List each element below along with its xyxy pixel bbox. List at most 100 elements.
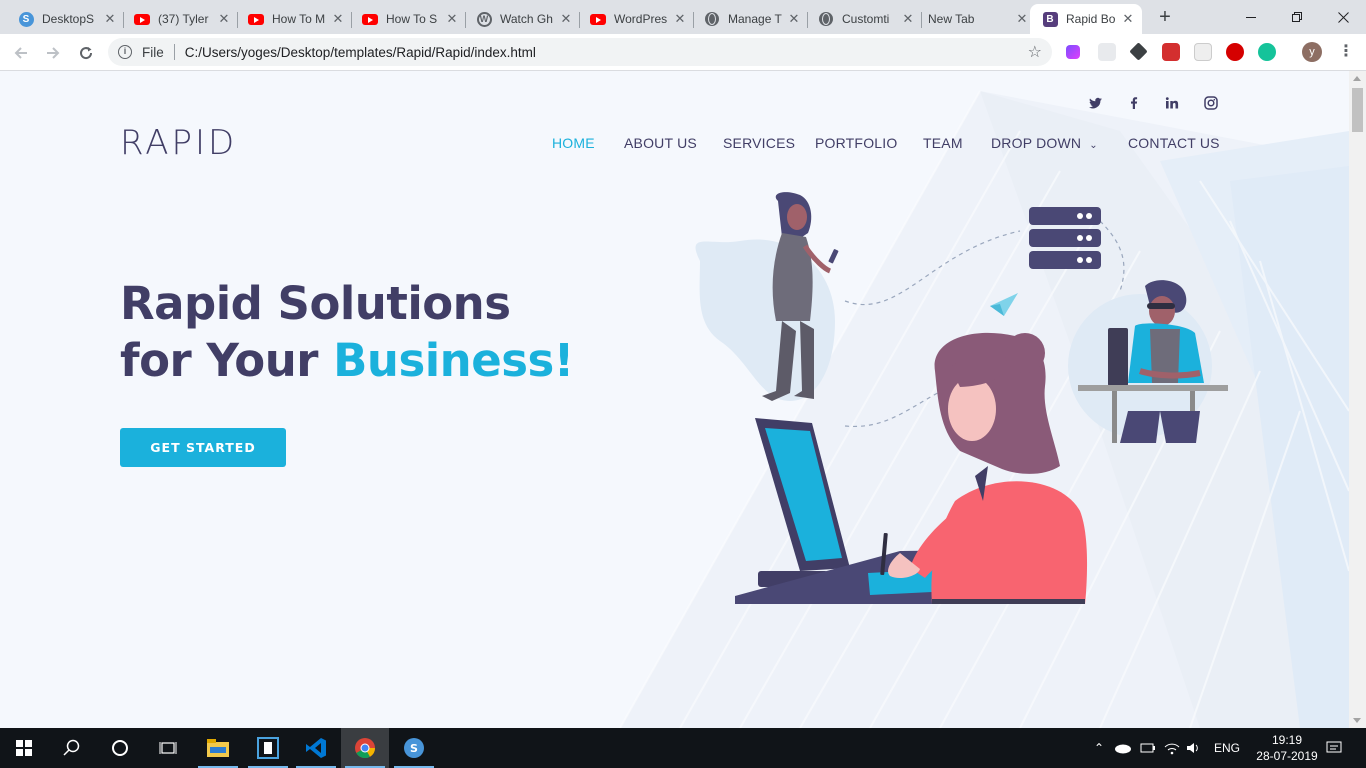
browser-tab[interactable]: S DesktopS ✕ <box>0 4 124 34</box>
nav-portfolio[interactable]: PORTFOLIO <box>815 135 897 151</box>
nav-label: CONTACT US <box>1128 135 1220 151</box>
extension-icon[interactable] <box>1226 43 1244 61</box>
browser-tab[interactable]: (37) Tyler ✕ <box>116 4 238 34</box>
chevron-up-icon[interactable]: ⌃ <box>1092 741 1106 755</box>
nav-drop-down[interactable]: DROP DOWN ⌄ <box>991 135 1098 151</box>
tab-title: Watch Gh <box>500 12 553 26</box>
close-window-button[interactable] <box>1320 0 1366 34</box>
browser-toolbar: i File C:/Users/yoges/Desktop/templates/… <box>0 34 1366 71</box>
clock-time: 19:19 <box>1271 733 1303 747</box>
address-bar[interactable]: i File C:/Users/yoges/Desktop/templates/… <box>108 38 1052 66</box>
nav-label: ABOUT US <box>624 135 697 151</box>
svg-text:S: S <box>410 742 418 755</box>
bookmark-star-icon[interactable]: ☆ <box>1028 42 1042 62</box>
nav-contact-us[interactable]: CONTACT US <box>1128 135 1220 151</box>
back-button[interactable] <box>8 40 34 66</box>
arrow-left-icon <box>14 47 27 59</box>
clock-date: 28-07-2019 <box>1256 749 1318 763</box>
nav-label: DROP DOWN <box>991 135 1082 151</box>
tab-title: (37) Tyler <box>158 12 209 26</box>
hero-title: Rapid Solutions for Your Business! <box>120 275 574 389</box>
twitter-icon[interactable] <box>1088 95 1104 111</box>
nav-team[interactable]: TEAM <box>923 135 963 151</box>
browser-tab[interactable]: WordPres ✕ <box>572 4 694 34</box>
close-icon[interactable]: ✕ <box>1014 11 1030 27</box>
close-icon <box>1337 11 1349 23</box>
vscode-icon[interactable] <box>292 728 340 768</box>
new-tab-button[interactable]: + <box>1154 6 1176 28</box>
info-icon[interactable]: i <box>118 45 132 59</box>
language-indicator[interactable]: ENG <box>1214 741 1240 755</box>
extension-icon[interactable] <box>1066 45 1080 59</box>
menu-icon[interactable]: ⋮ <box>1336 42 1356 62</box>
hero-line-2-prefix: for Your <box>120 334 334 387</box>
volume-icon[interactable] <box>1186 741 1202 755</box>
get-started-button[interactable]: GET STARTED <box>120 428 286 467</box>
file-explorer-icon[interactable] <box>194 728 242 768</box>
site-logo[interactable]: RAPID <box>120 123 237 163</box>
extension-icon[interactable] <box>1162 43 1180 61</box>
page-scrollbar[interactable] <box>1349 71 1366 728</box>
browser-tab[interactable]: Manage T ✕ <box>686 4 808 34</box>
arrow-right-icon <box>47 47 60 59</box>
tab-title: New Tab <box>928 12 975 26</box>
wordpress-icon: W <box>476 11 492 27</box>
simplenote-icon: S <box>18 11 34 27</box>
taskbar-clock[interactable]: 19:19 28-07-2019 <box>1254 732 1320 764</box>
hero-line-2-accent: Business! <box>333 334 574 387</box>
browser-tab[interactable]: How To S ✕ <box>344 4 466 34</box>
youtube-icon <box>134 11 150 27</box>
battery-icon[interactable] <box>1140 742 1156 754</box>
app-icon[interactable] <box>244 728 292 768</box>
nav-label: TEAM <box>923 135 963 151</box>
chevron-down-icon: ⌄ <box>1089 140 1098 151</box>
tab-title: Rapid Bo <box>1066 12 1116 26</box>
instagram-icon[interactable] <box>1203 95 1219 111</box>
scroll-up-icon[interactable] <box>1353 76 1361 81</box>
nav-about-us[interactable]: ABOUT US <box>624 135 697 151</box>
windows-taskbar: S ⌃ ENG 19:19 28-07-2019 <box>0 728 1366 768</box>
browser-tab[interactable]: W Watch Gh ✕ <box>458 4 580 34</box>
windows-start-icon[interactable] <box>0 728 48 768</box>
browser-tab[interactable]: How To M ✕ <box>230 4 352 34</box>
scroll-down-icon[interactable] <box>1353 718 1361 723</box>
minimize-button[interactable] <box>1228 0 1274 34</box>
browser-tab-active[interactable]: B Rapid Bo ✕ <box>1030 4 1142 34</box>
scrollbar-thumb[interactable] <box>1352 88 1363 132</box>
forward-button[interactable] <box>40 40 66 66</box>
task-view-icon[interactable] <box>144 728 192 768</box>
cortana-icon[interactable] <box>96 728 144 768</box>
hero-line-2: for Your Business! <box>120 332 574 389</box>
extension-icon[interactable] <box>1194 43 1212 61</box>
facebook-icon[interactable] <box>1126 95 1142 111</box>
linkedin-icon[interactable] <box>1164 95 1180 111</box>
chrome-icon[interactable] <box>341 728 389 768</box>
onedrive-icon[interactable] <box>1114 742 1132 754</box>
nav-label: HOME <box>552 135 595 151</box>
simplenote-icon[interactable]: S <box>390 728 438 768</box>
notifications-icon[interactable] <box>1316 728 1352 768</box>
minimize-icon <box>1245 16 1256 18</box>
reload-button[interactable] <box>73 40 99 66</box>
close-icon[interactable]: ✕ <box>1120 11 1136 27</box>
grammarly-icon[interactable] <box>1258 43 1276 61</box>
browser-tab[interactable]: New Tab ✕ <box>914 4 1036 34</box>
extension-icon[interactable] <box>1098 43 1116 61</box>
tab-title: How To S <box>386 12 438 26</box>
maximize-button[interactable] <box>1274 0 1320 34</box>
tab-title: WordPres <box>614 12 668 26</box>
wifi-icon[interactable] <box>1164 741 1180 755</box>
reload-icon <box>80 47 93 60</box>
web-page: RAPID HOME ABOUT US SERVICES PORTFOLIO T… <box>0 71 1349 728</box>
server-stack-icon <box>1029 207 1101 269</box>
avatar[interactable]: y <box>1302 42 1322 62</box>
woman-with-phone-illustration <box>695 192 839 401</box>
browser-tab[interactable]: Customti ✕ <box>800 4 922 34</box>
tab-title: Customti <box>842 12 890 26</box>
url-text[interactable]: C:/Users/yoges/Desktop/templates/Rapid/R… <box>185 45 536 60</box>
nav-services[interactable]: SERVICES <box>723 135 795 151</box>
search-icon[interactable] <box>48 728 96 768</box>
extension-icon[interactable] <box>1129 42 1148 61</box>
youtube-icon <box>248 11 264 27</box>
nav-home[interactable]: HOME <box>552 135 595 151</box>
